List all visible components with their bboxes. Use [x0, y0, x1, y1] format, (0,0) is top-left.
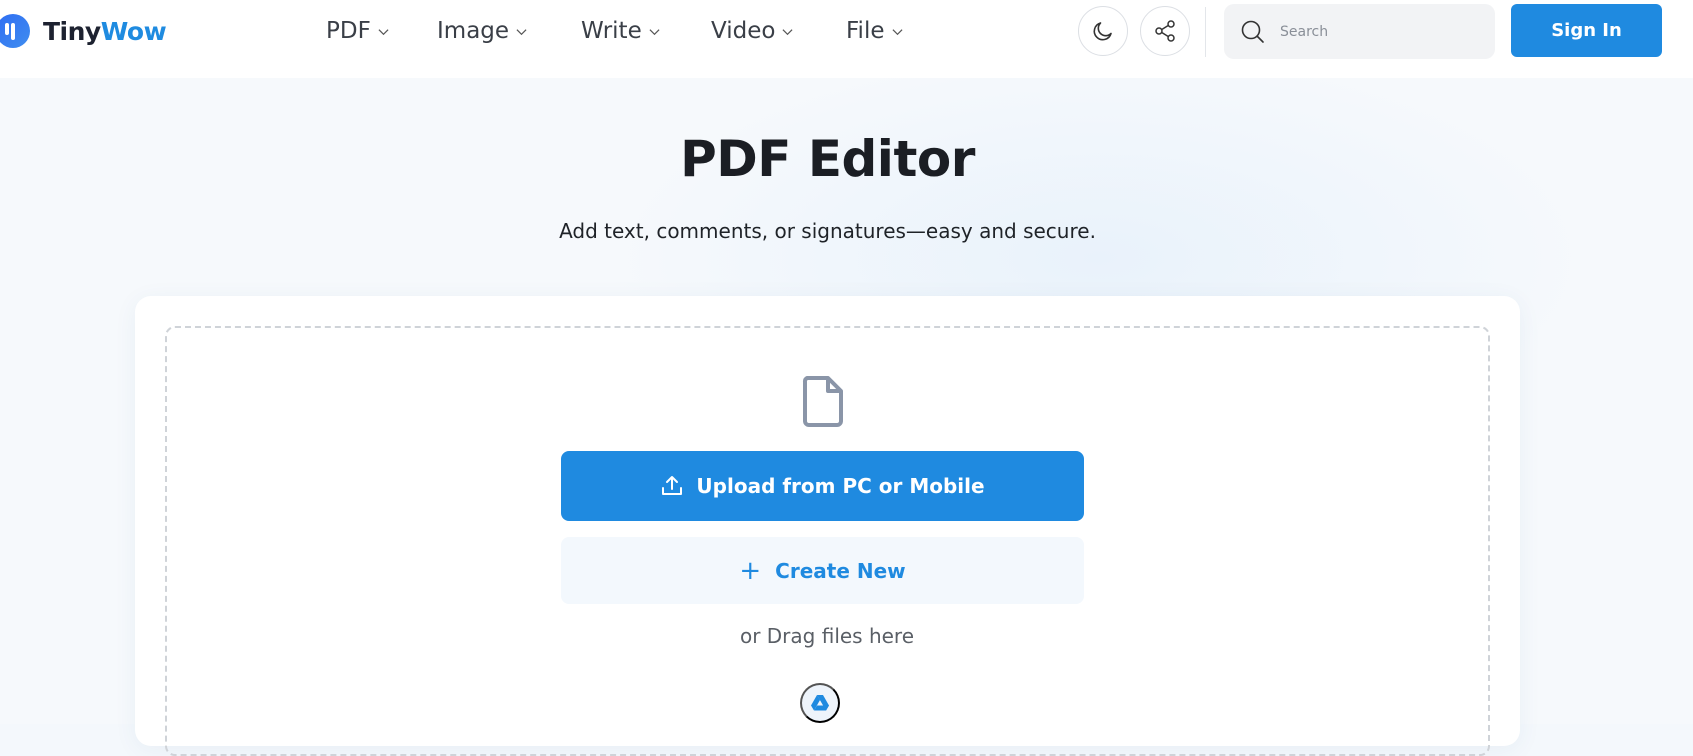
create-new-button[interactable]: + Create New [561, 537, 1084, 604]
search-icon [1241, 20, 1264, 43]
upload-from-device-button[interactable]: Upload from PC or Mobile [561, 451, 1084, 521]
chevron-down-icon [516, 28, 527, 35]
logo-link[interactable]: TinyWow [0, 13, 167, 49]
share-icon [1155, 20, 1175, 42]
nav-video-label: Video [711, 18, 776, 44]
nav-video[interactable]: Video [711, 16, 793, 46]
page-subtitle: Add text, comments, or signatures—easy a… [559, 219, 1096, 243]
upload-card [135, 296, 1520, 756]
nav-image-label: Image [437, 18, 510, 44]
chevron-down-icon [782, 28, 793, 35]
nav-write[interactable]: Write [581, 16, 660, 46]
sign-in-button[interactable]: Sign In [1511, 4, 1662, 57]
header-divider [1205, 7, 1206, 57]
nav-pdf-label: PDF [326, 18, 371, 44]
search-input[interactable] [1280, 23, 1470, 40]
nav-file[interactable]: File [846, 16, 903, 46]
google-drive-button[interactable] [800, 683, 840, 723]
nav-write-label: Write [581, 18, 642, 44]
theme-toggle-button[interactable] [1078, 6, 1128, 56]
create-button-label: Create New [775, 558, 906, 583]
logo-icon [0, 14, 30, 48]
chevron-down-icon [891, 28, 903, 35]
share-button[interactable] [1140, 6, 1190, 56]
moon-icon [1093, 22, 1112, 41]
chevron-down-icon [378, 28, 389, 35]
upload-button-label: Upload from PC or Mobile [696, 474, 985, 498]
nav-file-label: File [846, 18, 885, 44]
drag-hint: or Drag files here [739, 624, 915, 648]
chevron-down-icon [649, 28, 660, 35]
plus-icon: + [739, 555, 762, 586]
nav-pdf[interactable]: PDF [326, 16, 389, 46]
logo-wordmark: TinyWow [43, 16, 167, 46]
top-navigation-bar: TinyWow PDF Image Write Video File Searc… [0, 0, 1693, 78]
document-icon [802, 376, 843, 427]
page-title: PDF Editor [680, 130, 975, 188]
nav-image[interactable]: Image [437, 16, 527, 46]
upload-icon [662, 476, 683, 495]
google-drive-icon [811, 695, 829, 711]
search-box[interactable] [1224, 4, 1495, 59]
